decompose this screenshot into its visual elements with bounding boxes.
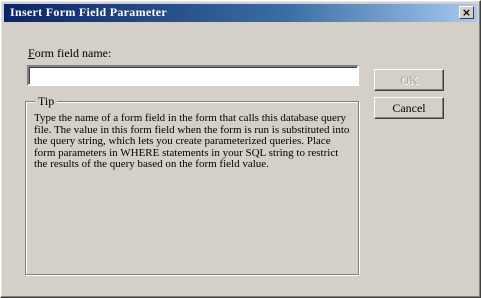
form-field-name-label-text: orm field name: (34, 46, 112, 60)
form-field-name-input[interactable] (27, 65, 359, 86)
tip-text: Type the name of a form field in the for… (34, 112, 350, 171)
close-icon: × (461, 6, 472, 19)
ok-button[interactable]: OK (374, 69, 444, 91)
form-field-name-label: Form field name: (28, 46, 111, 61)
title-bar[interactable]: Insert Form Field Parameter × (4, 4, 477, 22)
tip-heading: Tip (35, 94, 58, 109)
cancel-button[interactable]: Cancel (374, 97, 444, 119)
form-field-name-label-accesskey: F (28, 46, 35, 60)
dialog-title: Insert Form Field Parameter (10, 5, 168, 19)
dialog-window: Insert Form Field Parameter × Form field… (0, 0, 481, 298)
close-button[interactable]: × (459, 6, 474, 19)
